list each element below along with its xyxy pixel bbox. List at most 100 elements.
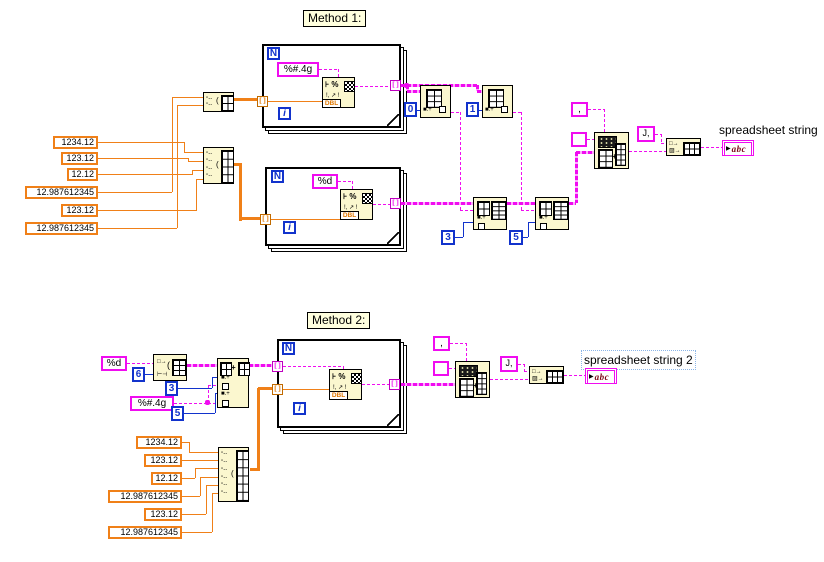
wire-segment[interactable] [352,181,353,189]
format-string-constant[interactable]: %#.4g [277,62,319,77]
wire-segment[interactable] [200,477,201,496]
wire-segment[interactable] [401,383,455,386]
loop-iteration-terminal[interactable]: i [278,107,291,120]
wire-segment[interactable] [187,364,217,367]
index-constant[interactable]: 0 [404,102,417,117]
format-into-string-node[interactable]: ⊦ % !, ↗ ! DBL [322,77,355,108]
wire-segment[interactable] [587,139,594,140]
wire-segment[interactable] [450,343,466,344]
format-into-string-node[interactable]: ⊦ % !, ↗ ! DBL [329,369,362,400]
insert-into-array-node[interactable]: ■.+ [473,197,507,230]
loop-output-tunnel[interactable]: [] [390,80,401,91]
wire-segment[interactable] [460,210,473,211]
format-string-constant[interactable]: %#.4g [130,396,174,411]
array-size-constant[interactable]: 6 [132,367,145,382]
loop-count-terminal[interactable]: N [267,47,280,60]
wire-segment[interactable] [528,222,529,237]
numeric-constant[interactable]: 123.12 [61,204,98,217]
wire-segment[interactable] [451,112,460,113]
wire-segment[interactable] [188,161,203,162]
wire-segment[interactable] [182,460,218,461]
wire-segment[interactable] [182,442,189,443]
wire-segment[interactable] [98,210,196,211]
wire-segment[interactable] [184,413,215,414]
wire-segment[interactable] [463,222,464,237]
concatenate-strings-node[interactable]: □→ ▨→ [529,366,564,384]
wire-segment[interactable] [507,202,535,205]
wire-segment[interactable] [240,217,261,220]
string-indicator[interactable]: ▶ abc [722,140,754,156]
method2-label[interactable]: Method 2: [307,312,371,329]
wire-segment[interactable] [588,109,604,110]
format-into-string-node[interactable]: ⊦ % !, ↗ ! DBL [340,189,373,220]
wire-segment[interactable] [513,112,521,113]
wire-segment[interactable] [604,109,605,132]
wire-segment[interactable] [182,478,195,479]
wire-segment[interactable] [192,170,203,171]
delimiter-constant[interactable]: , [571,102,588,117]
wire-segment[interactable] [283,366,343,367]
loop-input-tunnel[interactable]: [] [260,214,271,225]
wire-segment[interactable] [401,202,473,205]
wire-segment[interactable] [629,151,666,152]
wire-segment[interactable] [196,179,203,180]
insert-position-constant[interactable]: 3 [441,230,455,245]
numeric-constant[interactable]: 12.12 [151,472,182,485]
delimiter-constant[interactable]: , [433,336,450,351]
numeric-constant[interactable]: 1234.12 [136,436,182,449]
indicator-label[interactable]: spreadsheet string 2 [581,350,696,370]
method1-label[interactable]: Method 1: [303,10,367,27]
wire-segment[interactable] [98,192,172,193]
loop-iteration-terminal[interactable]: i [293,402,306,415]
wire-segment[interactable] [182,514,206,515]
build-array-node[interactable]: ▫‥ ▫‥( [203,92,234,112]
wire-segment[interactable] [184,142,185,152]
numeric-constant[interactable]: 12.987612345 [25,186,98,199]
build-array-node[interactable]: ▫‥ ▫‥ ▫‥ ▫‥( [203,147,234,184]
loop-count-terminal[interactable]: N [282,342,295,355]
build-array-node[interactable]: ▫‥ ▫‥ ▫‥ ▫‥ ▫‥ ▫‥( [218,447,249,502]
loop-count-terminal[interactable]: N [271,170,284,183]
numeric-constant[interactable]: 1234.12 [53,136,98,149]
wire-segment[interactable] [178,388,212,389]
loop-output-tunnel[interactable]: [] [390,198,401,209]
wire-segment[interactable] [524,364,525,371]
wire-segment[interactable] [523,237,528,238]
concatenate-strings-node[interactable]: □→ ▨→ [666,138,701,156]
index-array-node[interactable]: ■.+ [420,85,451,118]
wire-segment[interactable] [212,377,213,388]
array-to-spreadsheet-string-node[interactable]: + [455,361,490,398]
wire-segment[interactable] [271,219,340,220]
wire-segment[interactable] [189,452,218,453]
wire-segment[interactable] [249,364,272,367]
wire-segment[interactable] [355,86,390,87]
numeric-constant[interactable]: 12.987612345 [108,490,182,503]
wire-segment[interactable] [196,179,197,211]
wire-segment[interactable] [490,379,529,380]
wire-segment[interactable] [373,204,390,205]
wire-segment[interactable] [466,343,467,361]
wire-segment[interactable] [521,112,522,210]
wire-segment[interactable] [283,389,329,390]
loop-input-tunnel[interactable]: [] [272,384,283,395]
replace-position-constant[interactable]: 5 [171,406,184,421]
array-to-spreadsheet-string-node[interactable]: + [594,132,629,169]
wire-segment[interactable] [177,105,203,106]
wire-segment[interactable] [319,69,338,70]
string-indicator[interactable]: ▶ abc [585,368,617,384]
numeric-constant[interactable]: 123.12 [144,508,182,521]
wire-segment[interactable] [575,152,578,203]
wire-segment[interactable] [212,493,213,532]
wire-segment[interactable] [215,393,216,413]
numeric-constant[interactable]: 123.12 [61,152,98,165]
wire-segment[interactable] [98,158,188,159]
numeric-constant[interactable]: 123.12 [144,454,182,467]
wire-segment[interactable] [172,97,173,192]
wire-segment[interactable] [195,468,196,478]
wire-segment[interactable] [661,134,662,143]
eol-string-constant[interactable]: J, [637,126,655,142]
index-constant[interactable]: 1 [466,102,479,117]
wire-segment[interactable] [182,532,212,533]
wire-segment[interactable] [407,90,420,93]
replace-array-subset-node[interactable]: + ■.+ ■.+ [217,358,250,408]
